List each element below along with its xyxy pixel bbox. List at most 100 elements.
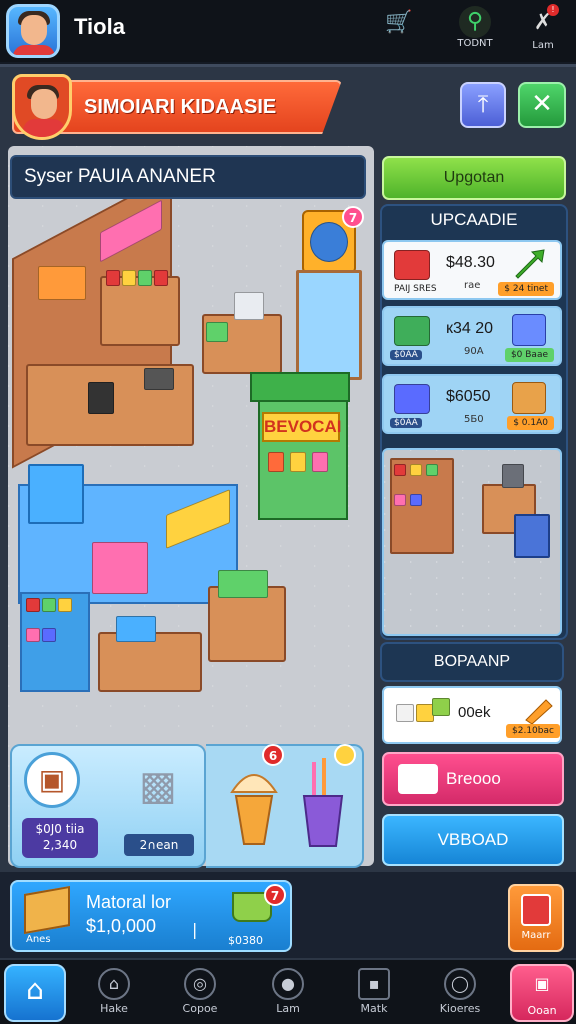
banner-avatar <box>12 74 72 140</box>
supply-amount-bottom: 2,340 <box>42 838 78 852</box>
rank-chevron-icon: ⤒ <box>477 90 489 118</box>
product-box <box>122 270 136 286</box>
upgrade-card-price: к34 20 <box>446 320 494 337</box>
house-box-icon <box>521 894 551 926</box>
arrow-up-icon <box>512 248 546 280</box>
nav-label: Lam <box>276 1002 300 1015</box>
product-box <box>410 494 422 506</box>
drink-cup-icon[interactable] <box>296 752 350 850</box>
drink-badge <box>334 744 356 766</box>
upgrade-card-left-tag: $0АА <box>390 350 422 360</box>
pink-action-button[interactable]: Breooo <box>382 752 564 806</box>
upgrade-card-price: $48.30 <box>446 254 495 271</box>
product-box <box>410 464 422 476</box>
upgrade-card-icon <box>394 250 430 280</box>
product-box <box>26 598 40 612</box>
tools-notification-badge: ! <box>547 4 559 16</box>
product-box <box>42 598 56 612</box>
nav-label: Matk <box>360 1002 388 1015</box>
nav-label: Kioeres <box>439 1002 481 1015</box>
store-name-label: Syser PAUIA ANANER <box>10 155 366 199</box>
product-box <box>394 494 406 506</box>
resource-basket-label: $0380 <box>228 934 263 947</box>
product-box <box>58 598 72 612</box>
upgrade-card-right-tag: $ 0.1А0 <box>507 416 554 430</box>
supply-amount: $0J0 tiia 2,340 <box>22 818 98 858</box>
preview-register <box>502 464 524 488</box>
avatar-face <box>21 15 47 45</box>
nav-matk[interactable]: ▪ Matk <box>342 964 406 1022</box>
nav-label: Copoe <box>182 1002 218 1015</box>
resource-box-label: Anes <box>26 934 51 945</box>
upgrade-card-left-tag: $0АА <box>390 418 422 428</box>
kiosk-item <box>312 452 328 472</box>
ice-cream-icon[interactable] <box>226 752 282 850</box>
upgrade-card-icon <box>394 384 430 414</box>
upgrade-card-right-tag: $ 24 tinet <box>498 282 554 296</box>
kiosk-roof <box>250 372 350 402</box>
side-menu-button[interactable]: Maarr <box>508 884 564 952</box>
upgrade-card-right-tag: $0 Baae <box>504 348 554 362</box>
cube-icon <box>396 704 414 722</box>
banner-title: SIMOIARI KIDAASIE <box>84 96 277 118</box>
nav-shop[interactable]: ▣ Ooan <box>510 964 574 1022</box>
upgrade-card-left-tag: PAIJ SRES <box>394 284 437 294</box>
product-box <box>138 270 152 286</box>
shelf-banner <box>92 542 148 594</box>
tools-button[interactable]: ✗ ! Lam <box>516 4 570 58</box>
shopping-cart <box>514 514 550 558</box>
printer-icon: ▩ <box>139 763 177 809</box>
product-box <box>106 270 120 286</box>
close-icon: ✕ <box>531 89 553 119</box>
side-menu-label: Maarr <box>521 930 551 941</box>
upgrade-button[interactable]: Upgotan <box>382 156 566 200</box>
cart-button[interactable]: 🛒 <box>372 6 426 58</box>
search-icon: ⚲ <box>459 6 491 38</box>
house-icon: ⌂ <box>98 968 130 1000</box>
box-icon <box>24 885 70 935</box>
close-button[interactable]: ✕ <box>518 82 566 128</box>
kiosk-item <box>290 452 306 472</box>
search-button[interactable]: ⚲ TODNT <box>448 6 502 58</box>
product-box <box>426 464 438 476</box>
stack-icon <box>398 764 438 794</box>
product-box <box>154 270 168 286</box>
nav-label: Hake <box>100 1002 128 1015</box>
home-icon: ⌂ <box>26 973 44 1006</box>
display-box <box>206 322 228 342</box>
ice-cream-badge: 6 <box>262 744 284 766</box>
store-preview[interactable] <box>382 448 562 636</box>
banner-avatar-face <box>31 89 57 119</box>
cart-icon: 🛒 <box>385 10 413 35</box>
wrench-icon: ✗ ! <box>525 4 561 40</box>
computer-monitor <box>88 382 114 414</box>
nav-home[interactable]: ⌂ <box>4 964 66 1022</box>
shop-icon: ▣ <box>534 974 550 993</box>
rank-button[interactable]: ⤒ <box>460 82 506 128</box>
player-avatar[interactable] <box>6 4 60 58</box>
nav-kioeres[interactable]: ◯ Kioeres <box>428 964 492 1022</box>
box-icon <box>512 314 546 346</box>
circle-icon: ● <box>272 968 304 1000</box>
goods-pile <box>218 570 268 598</box>
nav-lam[interactable]: ● Lam <box>256 964 320 1022</box>
goods-shelf[interactable] <box>100 276 180 346</box>
banner-avatar-shirt <box>23 119 65 137</box>
pencil-icon <box>525 699 553 724</box>
product-box <box>42 628 56 642</box>
app-title: Tiola <box>74 14 125 39</box>
kiosk-sign: BEVOCAI <box>262 412 341 442</box>
tools-label: Lam <box>532 40 554 51</box>
upgrade-card[interactable]: $48.30 rae PAIJ SRES $ 24 tinet <box>382 240 562 300</box>
boost-label: 00ek <box>458 704 491 721</box>
crate-icon <box>512 382 546 414</box>
upgrade-card[interactable]: к34 20 90А $0АА $0 Baae <box>382 306 562 366</box>
product-box <box>394 464 406 476</box>
blue-action-button[interactable]: VBBOAD <box>382 814 564 866</box>
cube-icon <box>432 698 450 716</box>
nav-hake[interactable]: ⌂ Hake <box>82 964 146 1022</box>
upgrade-card[interactable]: $6050 5Б0 $0АА $ 0.1А0 <box>382 374 562 434</box>
nav-copoe[interactable]: ◎ Copoe <box>168 964 232 1022</box>
cash-register <box>144 368 174 390</box>
printer-tag: 2∩ean <box>124 834 194 856</box>
